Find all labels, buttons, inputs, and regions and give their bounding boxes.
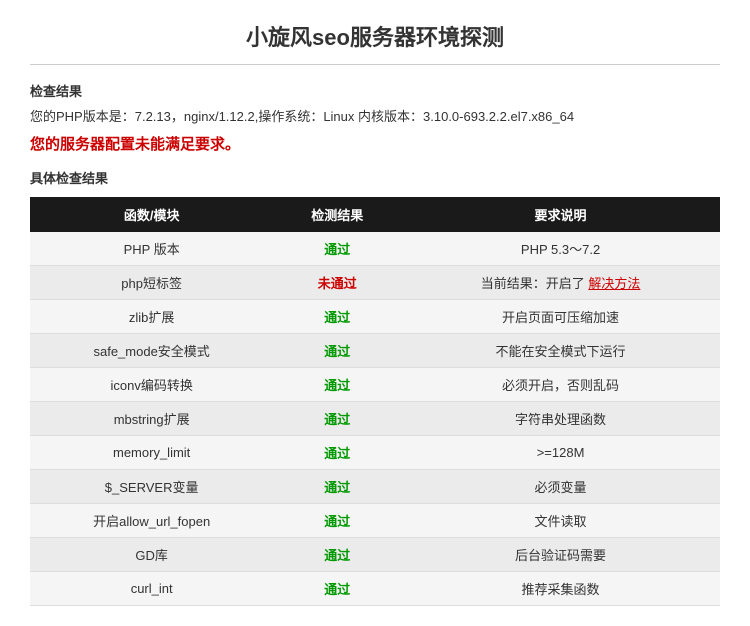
table-row: curl_int通过推荐采集函数 xyxy=(30,572,720,606)
col-header-function: 函数/模块 xyxy=(30,197,273,232)
cell-result: 通过 xyxy=(273,538,401,572)
cell-function-name: memory_limit xyxy=(30,436,273,470)
cell-function-name: 开启allow_url_fopen xyxy=(30,504,273,538)
cell-desc: 字符串处理函数 xyxy=(401,402,720,436)
cell-function-name: curl_int xyxy=(30,572,273,606)
detail-label: 具体检查结果 xyxy=(30,168,720,187)
cell-function-name: php短标签 xyxy=(30,266,273,300)
cell-result: 通过 xyxy=(273,300,401,334)
cell-function-name: iconv编码转换 xyxy=(30,368,273,402)
cell-result: 通过 xyxy=(273,572,401,606)
solution-link[interactable]: 解决方法 xyxy=(588,276,640,291)
cell-result: 通过 xyxy=(273,436,401,470)
cell-function-name: mbstring扩展 xyxy=(30,402,273,436)
table-row: safe_mode安全模式通过不能在安全模式下运行 xyxy=(30,334,720,368)
cell-result: 通过 xyxy=(273,402,401,436)
cell-desc: 文件读取 xyxy=(401,504,720,538)
table-row: memory_limit通过>=128M xyxy=(30,436,720,470)
table-row: $_SERVER变量通过必须变量 xyxy=(30,470,720,504)
table-row: mbstring扩展通过字符串处理函数 xyxy=(30,402,720,436)
table-row: iconv编码转换通过必须开启，否则乱码 xyxy=(30,368,720,402)
cell-desc: >=128M xyxy=(401,436,720,470)
cell-desc: PHP 5.3～7.2 xyxy=(401,232,720,266)
cell-result: 通过 xyxy=(273,504,401,538)
page-title: 小旋风seo服务器环境探测 xyxy=(30,20,720,65)
cell-desc: 当前结果：开启了 解决方法 xyxy=(401,266,720,300)
check-table: 函数/模块 检测结果 要求说明 PHP 版本通过PHP 5.3～7.2php短标… xyxy=(30,197,720,606)
table-row: zlib扩展通过开启页面可压缩加速 xyxy=(30,300,720,334)
cell-result: 未通过 xyxy=(273,266,401,300)
table-row: PHP 版本通过PHP 5.3～7.2 xyxy=(30,232,720,266)
info-line: 您的PHP版本是：7.2.13，nginx/1.12.2,操作系统：Linux … xyxy=(30,106,720,125)
cell-desc: 后台验证码需要 xyxy=(401,538,720,572)
cell-result: 通过 xyxy=(273,334,401,368)
table-row: php短标签未通过当前结果：开启了 解决方法 xyxy=(30,266,720,300)
cell-desc: 开启页面可压缩加速 xyxy=(401,300,720,334)
cell-function-name: $_SERVER变量 xyxy=(30,470,273,504)
cell-desc: 必须开启，否则乱码 xyxy=(401,368,720,402)
cell-desc: 推荐采集函数 xyxy=(401,572,720,606)
cell-desc: 必须变量 xyxy=(401,470,720,504)
col-header-result: 检测结果 xyxy=(273,197,401,232)
table-header-row: 函数/模块 检测结果 要求说明 xyxy=(30,197,720,232)
cell-function-name: safe_mode安全模式 xyxy=(30,334,273,368)
cell-function-name: GD库 xyxy=(30,538,273,572)
cell-result: 通过 xyxy=(273,232,401,266)
table-row: GD库通过后台验证码需要 xyxy=(30,538,720,572)
table-row: 开启allow_url_fopen通过文件读取 xyxy=(30,504,720,538)
warning-line: 您的服务器配置未能满足要求。 xyxy=(30,133,720,154)
col-header-desc: 要求说明 xyxy=(401,197,720,232)
cell-result: 通过 xyxy=(273,470,401,504)
cell-function-name: zlib扩展 xyxy=(30,300,273,334)
cell-result: 通过 xyxy=(273,368,401,402)
cell-desc: 不能在安全模式下运行 xyxy=(401,334,720,368)
check-label: 检查结果 xyxy=(30,81,720,100)
cell-function-name: PHP 版本 xyxy=(30,232,273,266)
